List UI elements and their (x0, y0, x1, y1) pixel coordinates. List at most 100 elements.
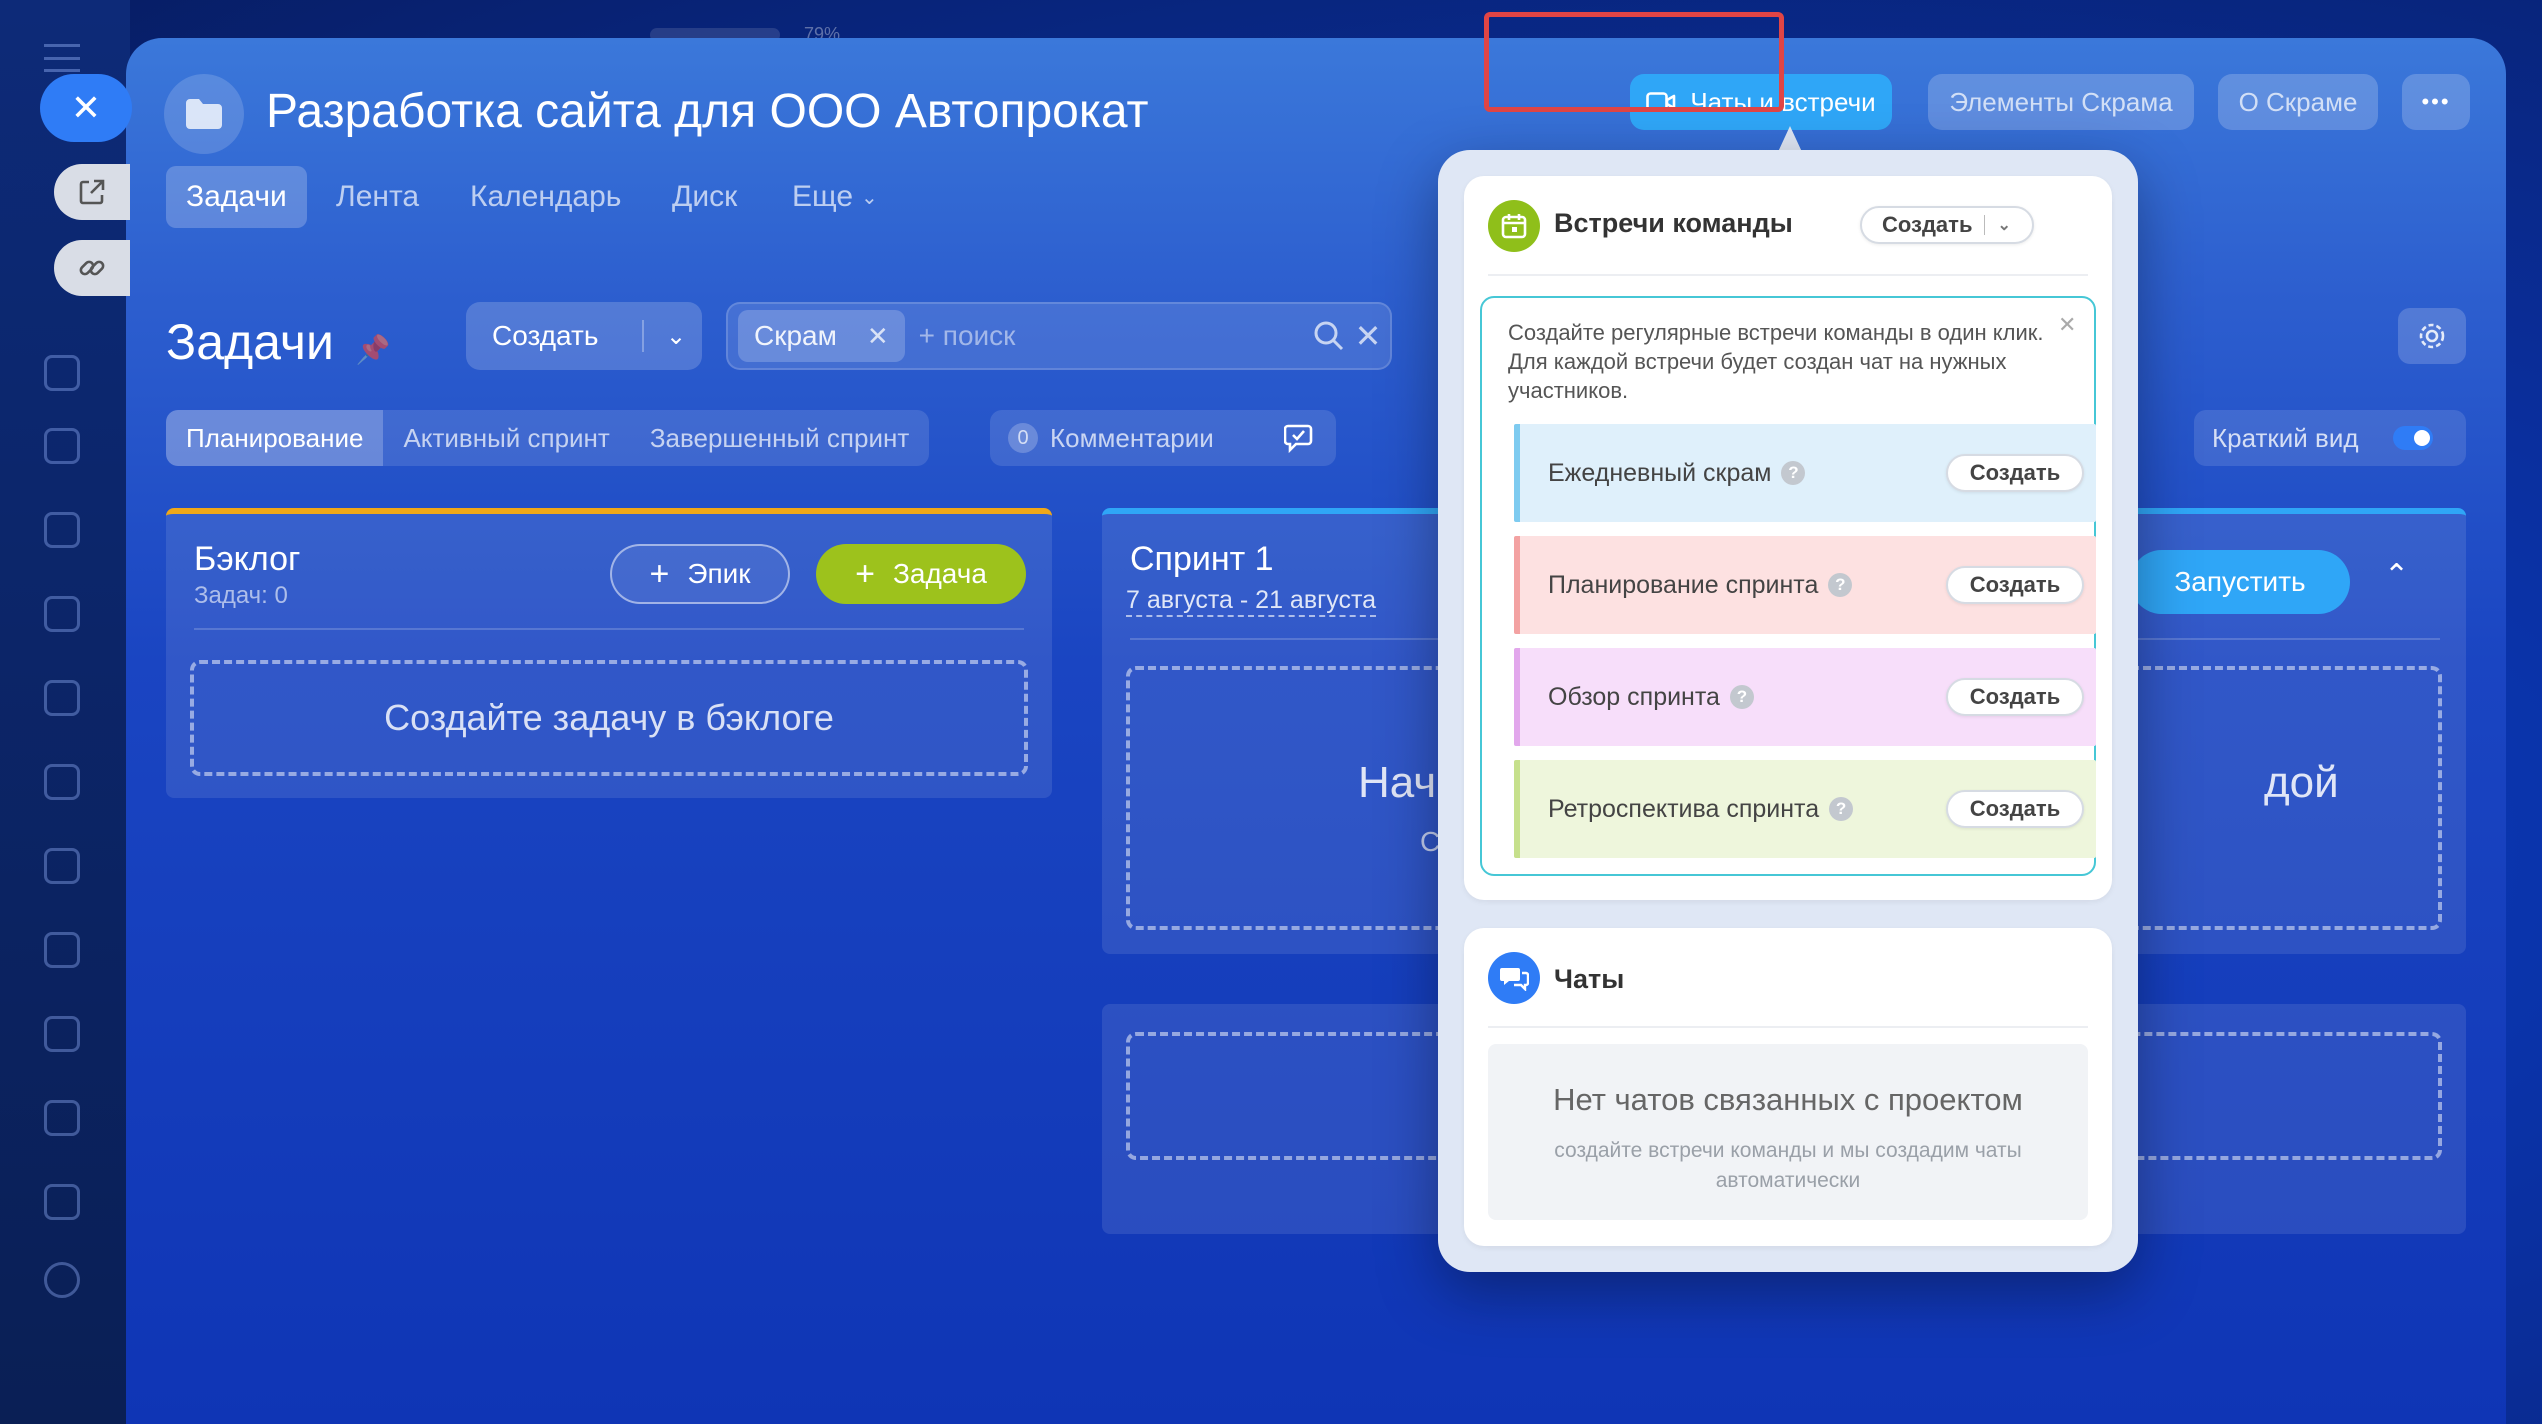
help-icon[interactable]: ? (1829, 797, 1854, 821)
chats-meetings-popup: Встречи команды Создать ⌄ Создайте регул… (1438, 150, 2138, 1272)
hint-text: Создайте регулярные встречи команды в од… (1508, 320, 2044, 403)
create-task-label: Создать (492, 320, 599, 351)
chevron-down-icon[interactable]: ⌄ (666, 322, 686, 351)
add-task-label: Задача (892, 558, 987, 589)
sprint-hint-left: Нач (1358, 758, 1437, 807)
chat-bubble-icon (1284, 422, 1318, 454)
project-title: Разработка сайта для ООО Автопрокат (266, 85, 1149, 138)
sprint-hint-right: дой (2264, 758, 2339, 807)
short-view-label: Краткий вид (2212, 422, 2359, 453)
backlog-count: Задач: 0 (194, 582, 288, 609)
drive-icon[interactable] (44, 764, 80, 800)
tab-more[interactable]: Еще ⌄ (772, 166, 898, 228)
team-meetings-card: Встречи команды Создать ⌄ Создайте регул… (1464, 176, 2112, 900)
start-sprint-button[interactable]: Запустить (2130, 550, 2350, 614)
tab-calendar[interactable]: Календарь (450, 166, 641, 228)
nav-icon[interactable] (44, 355, 80, 391)
page-title: Задачи 📌 (166, 302, 391, 390)
highlight-frame (1484, 12, 1784, 112)
no-chats-title: Нет чатов связанных с проектом (1553, 1082, 2023, 1117)
chats-card: Чаты Нет чатов связанных с проектом созд… (1464, 928, 2112, 1246)
meeting-sprint-review: Обзор спринта? Создать (1514, 648, 2096, 746)
meeting-label: Обзор спринта (1548, 682, 1720, 711)
meeting-label: Ежедневный скрам (1548, 458, 1772, 487)
team-meetings-title: Встречи команды (1554, 208, 1793, 238)
backlog-empty-dropzone[interactable]: Создайте задачу в бэклоге (190, 660, 1028, 776)
mail-icon[interactable] (44, 848, 80, 884)
meeting-label: Планирование спринта (1548, 570, 1819, 599)
tab-disk[interactable]: Диск (652, 166, 757, 228)
close-slider-button[interactable]: ✕ (40, 74, 132, 142)
filter-chip[interactable]: Скрам ✕ (738, 310, 905, 362)
nav-icon[interactable] (44, 428, 80, 464)
help-icon[interactable]: ? (1729, 685, 1754, 709)
plus-icon: + (855, 554, 875, 593)
search-placeholder: + поиск (918, 320, 1016, 351)
chevron-down-icon: ⌄ (861, 186, 878, 209)
short-view-toggle[interactable]: Краткий вид (2194, 410, 2466, 466)
contacts-icon[interactable] (44, 932, 80, 968)
create-meeting-dropdown[interactable]: Создать ⌄ (1860, 206, 2034, 244)
sign-icon[interactable] (44, 1016, 80, 1052)
no-chats-text: создайте встречи команды и мы создадим ч… (1554, 1139, 2022, 1192)
comments-button[interactable]: 0 Комментарии (990, 410, 1336, 466)
export-icon[interactable] (44, 1184, 80, 1220)
tab-completed-sprint[interactable]: Завершенный спринт (630, 410, 929, 466)
about-scrum-button[interactable]: О Скраме (2218, 74, 2378, 130)
filter-chip-label: Скрам (754, 320, 837, 351)
document-icon[interactable] (44, 680, 80, 716)
open-in-new-window-icon[interactable] (54, 164, 130, 220)
pin-icon[interactable]: 📌 (356, 334, 391, 365)
scrum-elements-button[interactable]: Элементы Скрама (1928, 74, 2194, 130)
close-icon: ✕ (70, 87, 102, 128)
toggle-switch[interactable] (2392, 426, 2433, 450)
page-title-text: Задачи (166, 314, 334, 370)
collapse-icon[interactable]: ⌃ (2384, 558, 2409, 593)
meetings-hint-box: Создайте регулярные встречи команды в од… (1480, 296, 2096, 876)
tab-active-sprint[interactable]: Активный спринт (383, 410, 629, 466)
divider (1488, 274, 2088, 276)
tab-more-label: Еще (792, 180, 854, 213)
calendar-icon[interactable] (44, 596, 80, 632)
menu-icon[interactable] (44, 44, 80, 72)
comments-label: Комментарии (1050, 422, 1214, 453)
add-epic-label: Эпик (687, 558, 751, 589)
close-icon[interactable]: ✕ (867, 321, 889, 352)
search-input[interactable]: Скрам ✕ + поиск ✕ (726, 302, 1392, 370)
tab-feed[interactable]: Лента (316, 166, 439, 228)
help-icon[interactable]: ? (1828, 573, 1853, 597)
meeting-daily-scrum: Ежедневный скрам? Создать (1514, 424, 2096, 522)
create-daily-scrum-button[interactable]: Создать (1946, 454, 2084, 492)
divider (1488, 1026, 2088, 1028)
create-meeting-label: Создать (1882, 212, 1973, 237)
backlog-card: Бэклог Задач: 0 + Эпик + Задача Создайте… (166, 508, 1052, 798)
calendar-icon (1488, 200, 1540, 252)
chat-icon[interactable] (44, 512, 80, 548)
plus-icon: + (649, 554, 670, 593)
close-icon[interactable]: ✕ (2058, 312, 2076, 338)
clear-icon[interactable]: ✕ (1355, 317, 1382, 355)
gear-icon[interactable] (2398, 308, 2466, 364)
tab-planning[interactable]: Планирование (166, 410, 384, 466)
create-sprint-review-button[interactable]: Создать (1946, 678, 2084, 716)
sprint-dates[interactable]: 7 августа - 21 августа (1126, 586, 1377, 617)
more-button[interactable]: ••• (2402, 74, 2470, 130)
help-icon[interactable]: ? (1781, 461, 1806, 485)
create-task-button[interactable]: Создать ⌄ (466, 302, 702, 370)
copy-link-icon[interactable] (54, 240, 130, 296)
filter-icon[interactable] (44, 1100, 80, 1136)
comments-count: 0 (1008, 423, 1038, 453)
view-tabs: Планирование Активный спринт Завершенный… (166, 410, 930, 466)
chevron-down-icon: ⌄ (1997, 217, 2011, 234)
no-chats-placeholder: Нет чатов связанных с проектом создайте … (1488, 1044, 2088, 1220)
settings-icon[interactable] (44, 1262, 80, 1298)
meeting-label: Ретроспектива спринта (1548, 794, 1820, 823)
project-slider: Разработка сайта для ООО Автопрокат Чаты… (126, 38, 2506, 1424)
tab-tasks[interactable]: Задачи (166, 166, 307, 228)
add-epic-button[interactable]: + Эпик (610, 544, 790, 604)
add-task-button[interactable]: + Задача (816, 544, 1026, 604)
create-sprint-retrospective-button[interactable]: Создать (1946, 790, 2084, 828)
popup-arrow (1778, 126, 1802, 152)
search-icon[interactable] (1313, 320, 1345, 352)
create-sprint-planning-button[interactable]: Создать (1946, 566, 2084, 604)
